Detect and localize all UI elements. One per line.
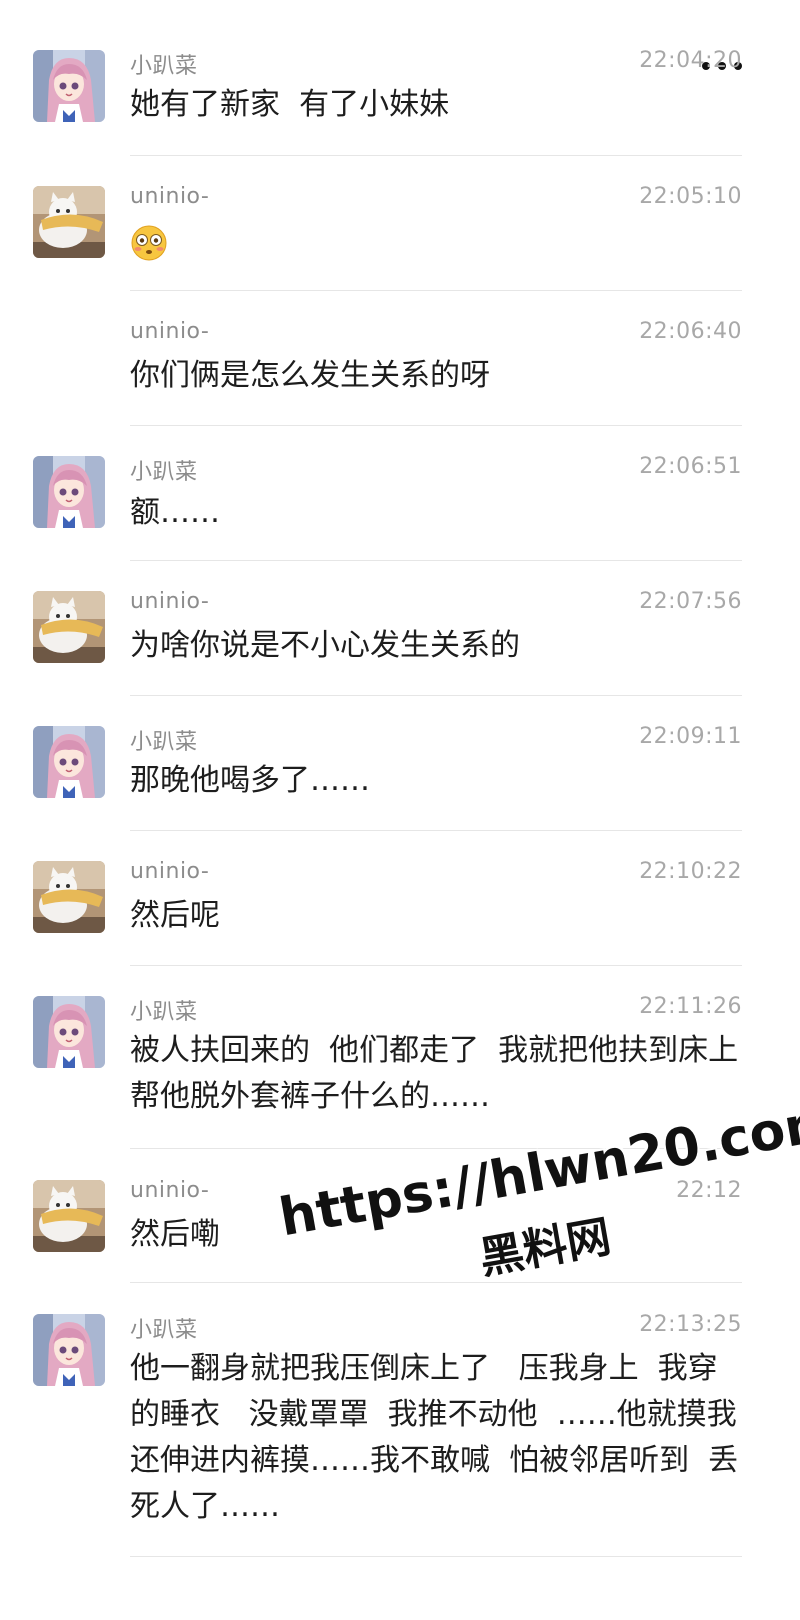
message-text: 然后嘞 bbox=[130, 1217, 220, 1252]
flushed-face-emoji bbox=[131, 225, 167, 261]
message-time: 22:11:26 bbox=[639, 994, 742, 1019]
anime-girl-avatar[interactable] bbox=[33, 50, 105, 122]
divider bbox=[130, 1282, 742, 1283]
message-text: 额…… bbox=[130, 495, 220, 530]
message-time: 22:13:25 bbox=[639, 1312, 742, 1337]
sender-name: 小趴菜 bbox=[130, 730, 198, 755]
message-time: 22:07:56 bbox=[639, 589, 742, 614]
anime-girl-avatar[interactable] bbox=[33, 456, 105, 528]
divider bbox=[130, 560, 742, 561]
divider bbox=[130, 1148, 742, 1149]
anime-girl-avatar[interactable] bbox=[33, 996, 105, 1068]
message-time: 22:06:40 bbox=[639, 319, 742, 344]
message-text: 为啥你说是不小心发生关系的 bbox=[130, 628, 520, 663]
divider bbox=[130, 695, 742, 696]
sender-name: uninio- bbox=[130, 859, 210, 884]
divider bbox=[130, 965, 742, 966]
message-time: 22:06:51 bbox=[639, 454, 742, 479]
sender-name: uninio- bbox=[130, 184, 210, 209]
divider bbox=[130, 830, 742, 831]
message-time: 22:05:10 bbox=[639, 184, 742, 209]
sender-name: 小趴菜 bbox=[130, 460, 198, 485]
sender-name: 小趴菜 bbox=[130, 1318, 198, 1343]
message-text: 那晚他喝多了…… bbox=[130, 763, 370, 798]
message-time: 22:12 bbox=[676, 1178, 742, 1203]
anime-girl-avatar[interactable] bbox=[33, 1314, 105, 1386]
divider bbox=[130, 290, 742, 291]
sender-name: 小趴菜 bbox=[130, 1000, 198, 1025]
cat-avatar[interactable] bbox=[33, 186, 105, 258]
cat-avatar[interactable] bbox=[33, 861, 105, 933]
message-text: 她有了新家 有了小妹妹 bbox=[130, 87, 450, 122]
sender-name: uninio- bbox=[130, 589, 210, 614]
message-text: 他一翻身就把我压倒床上了 压我身上 我穿的睡衣 没戴罩罩 我推不动他 ……他就摸… bbox=[130, 1351, 756, 1524]
sender-name: uninio- bbox=[130, 319, 210, 344]
message-text: 被人扶回来的 他们都走了 我就把他扶到床上 帮他脱外套裤子什么的…… bbox=[130, 1033, 758, 1114]
message-text: 然后呢 bbox=[130, 898, 220, 933]
cat-avatar[interactable] bbox=[33, 1180, 105, 1252]
sender-name: uninio- bbox=[130, 1178, 210, 1203]
message-time: 22:10:22 bbox=[639, 859, 742, 884]
message-time: 22:09:11 bbox=[639, 724, 742, 749]
message-text: 你们俩是怎么发生关系的呀 bbox=[130, 358, 490, 393]
sender-name: 小趴菜 bbox=[130, 54, 198, 79]
divider bbox=[130, 1556, 742, 1557]
divider bbox=[130, 155, 742, 156]
divider bbox=[130, 425, 742, 426]
cat-avatar[interactable] bbox=[33, 591, 105, 663]
anime-girl-avatar[interactable] bbox=[33, 726, 105, 798]
message-time: 22:04:20 bbox=[639, 48, 742, 73]
